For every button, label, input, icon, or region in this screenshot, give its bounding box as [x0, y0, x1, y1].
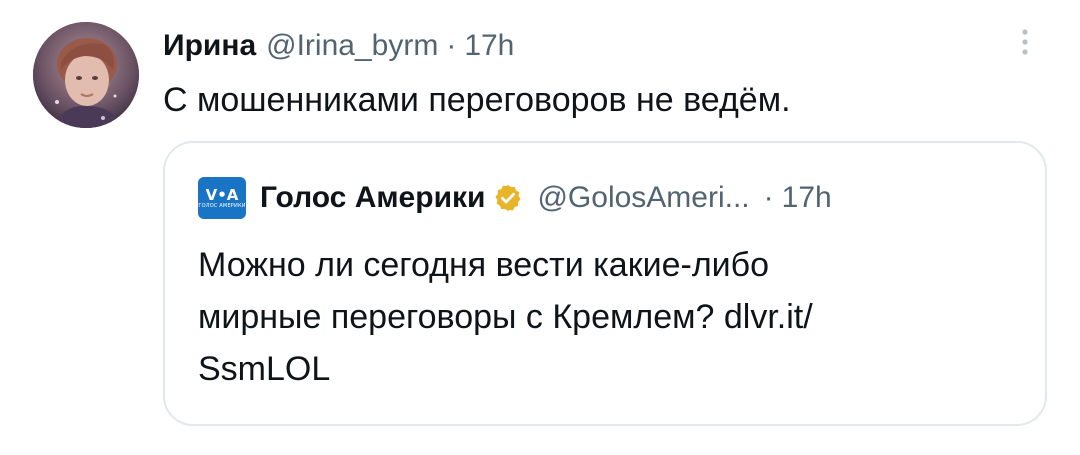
quoted-text-line: Можно ли сегодня вести какие-либо [198, 246, 770, 284]
quoted-author-handle[interactable]: @GolosAmeri... [537, 181, 749, 215]
more-vertical-icon [1022, 29, 1028, 55]
tweet-timestamp[interactable]: 17h [464, 29, 514, 63]
voa-logo-text: V•A [205, 185, 239, 204]
avatar[interactable] [33, 22, 139, 128]
verified-badge [493, 183, 523, 213]
quoted-tweet-text: Можно ли сегодня вести какие-либо мирные… [198, 239, 1018, 395]
verified-badge-icon [495, 184, 521, 212]
quoted-author-name[interactable]: Голос Америки [260, 181, 485, 215]
tweet[interactable]: Ирина @Irina_byrm · 17h С мошенниками пе… [0, 0, 1080, 455]
quoted-tweet[interactable]: V•A ГОЛОС АМЕРИКИ Голос Америки @GolosAm… [163, 141, 1047, 426]
tweet-text: С мошенниками переговоров не ведём. [163, 81, 791, 119]
avatar-image [33, 22, 139, 128]
separator-dot: · [446, 29, 457, 62]
quoted-text-line[interactable]: SsmLOL [198, 343, 1018, 395]
tweet-header: Ирина @Irina_byrm · 17h [163, 26, 514, 66]
voa-logo-avatar[interactable]: V•A ГОЛОС АМЕРИКИ [198, 177, 246, 219]
quoted-tweet-header: V•A ГОЛОС АМЕРИКИ Голос Америки @GolosAm… [198, 177, 832, 219]
voa-logo-subtext: ГОЛОС АМЕРИКИ [198, 202, 246, 209]
author-name[interactable]: Ирина [163, 29, 256, 63]
more-options-button[interactable] [1010, 22, 1040, 62]
quoted-text-line[interactable]: мирные переговоры с Кремлем? dlvr.it/ [198, 291, 1018, 343]
author-handle[interactable]: @Irina_byrm [266, 29, 438, 63]
quoted-timestamp[interactable]: 17h [782, 181, 832, 215]
quoted-separator-dot: · [763, 181, 774, 214]
